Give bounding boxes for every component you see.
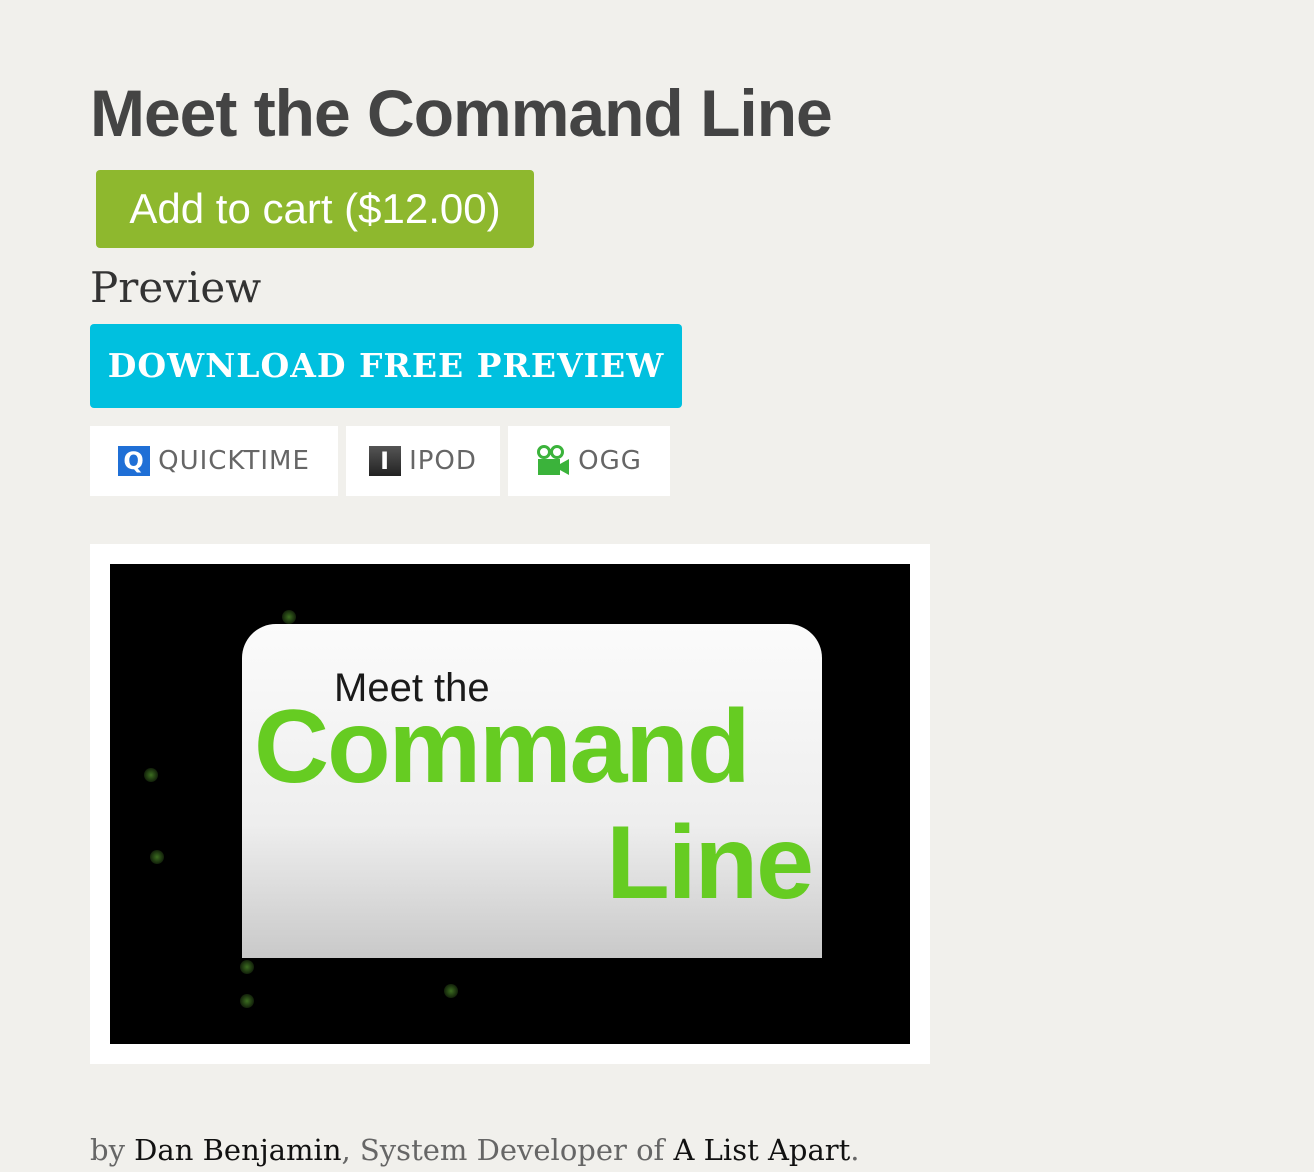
video-title-line: Line — [606, 805, 814, 921]
sparkle-decoration — [150, 850, 164, 864]
video-title-card: Meet the Command Line — [242, 624, 822, 958]
format-label-ogg: OGG — [578, 446, 642, 476]
byline-suffix: . — [850, 1133, 860, 1167]
download-free-preview-button[interactable]: DOWNLOAD FREE PREVIEW — [90, 324, 682, 408]
ogg-format-link[interactable]: OGG — [508, 426, 670, 496]
author-link[interactable]: Dan Benjamin — [134, 1133, 341, 1167]
quicktime-icon: Q — [118, 446, 151, 476]
page-title: Meet the Command Line — [90, 76, 833, 150]
sparkle-decoration — [282, 610, 296, 624]
publication-link[interactable]: A List Apart — [674, 1133, 851, 1167]
byline: by Dan Benjamin, System Developer of A L… — [90, 1128, 860, 1172]
quicktime-format-link[interactable]: Q QUICKTIME — [90, 426, 338, 496]
ipod-format-link[interactable]: I IPOD — [346, 426, 500, 496]
video-player[interactable]: Meet the Command Line — [90, 544, 930, 1064]
format-label-ipod: IPOD — [409, 446, 477, 476]
byline-prefix: by — [90, 1133, 125, 1167]
video-camera-icon — [537, 445, 570, 475]
video-thumbnail: Meet the Command Line — [110, 564, 910, 1044]
sparkle-decoration — [240, 960, 254, 974]
format-label-quicktime: QUICKTIME — [158, 446, 310, 476]
video-title-command: Command — [254, 689, 750, 805]
sparkle-decoration — [240, 994, 254, 1008]
add-to-cart-button[interactable]: Add to cart ($12.00) — [96, 170, 534, 248]
ipod-icon: I — [369, 446, 402, 476]
preview-heading: Preview — [90, 263, 262, 312]
sparkle-decoration — [144, 768, 158, 782]
byline-role: , System Developer of — [341, 1133, 665, 1167]
sparkle-decoration — [444, 984, 458, 998]
